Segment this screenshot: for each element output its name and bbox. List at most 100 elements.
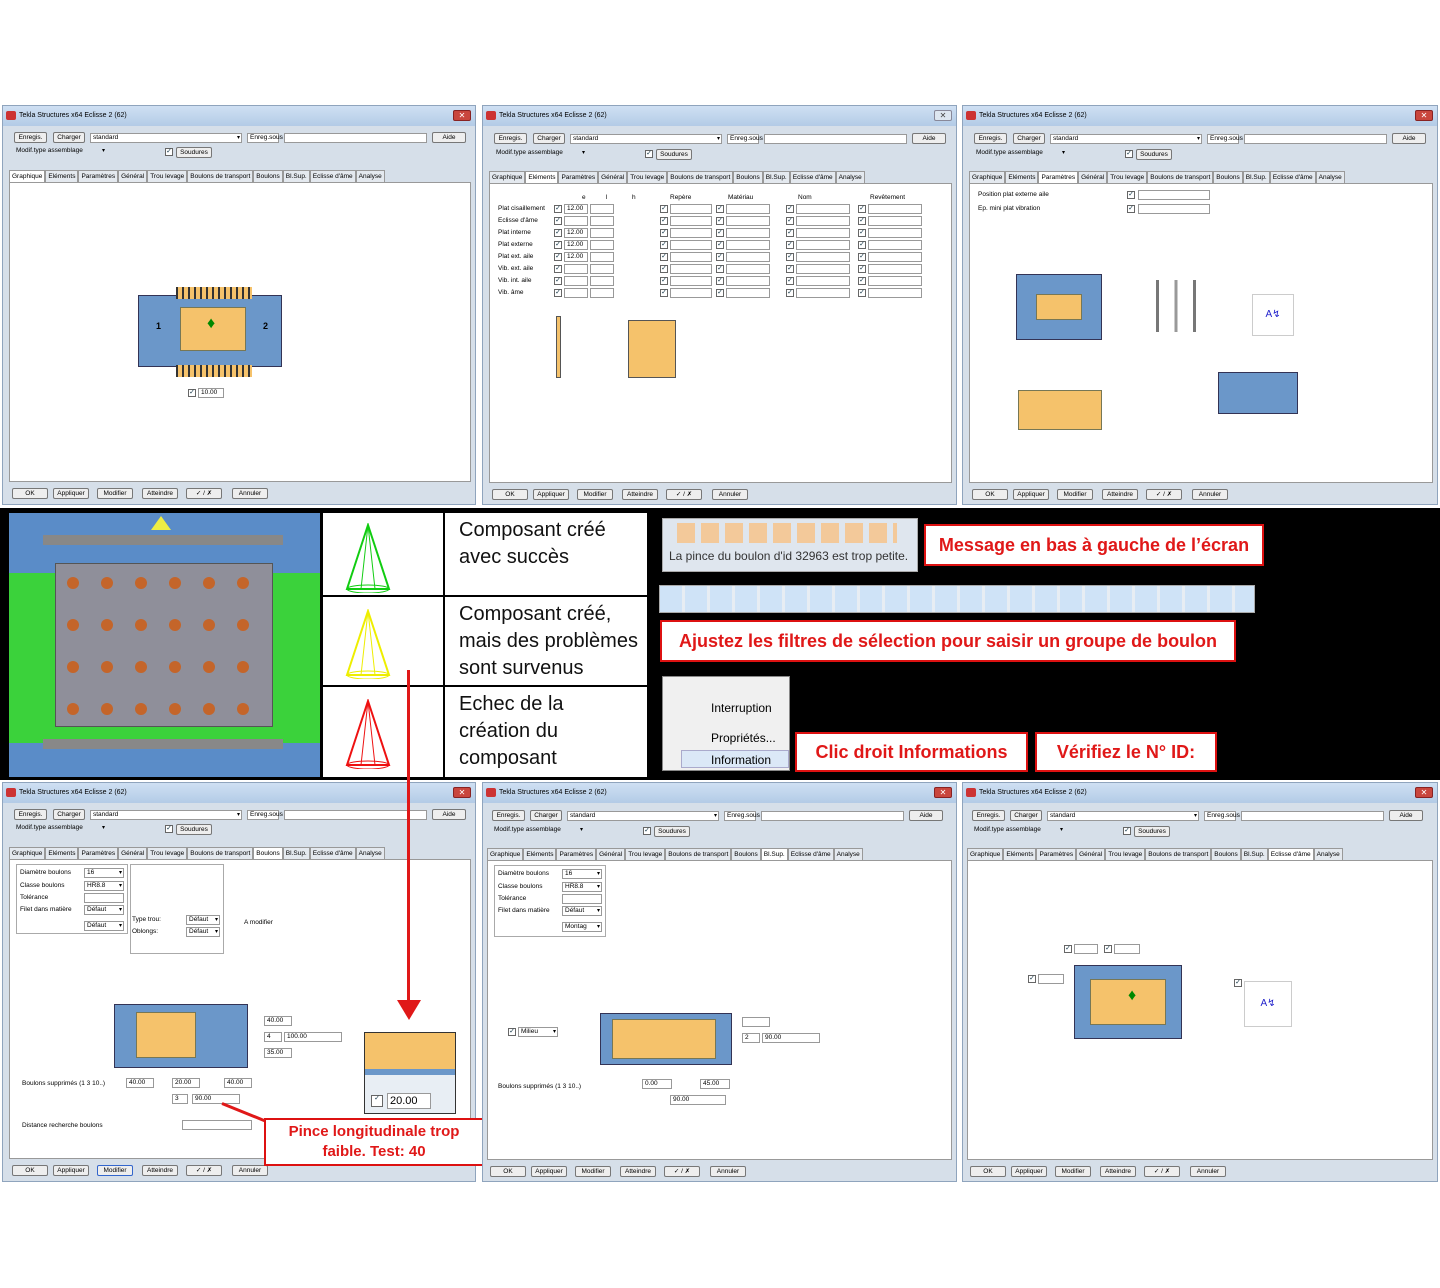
load-button[interactable]: Charger [53,809,85,820]
part-row-finish-input[interactable] [868,276,922,286]
part-row-width-input[interactable] [590,240,614,250]
load-button[interactable]: Charger [533,133,565,144]
tab-parametres[interactable]: Paramètres [1038,171,1079,183]
selection-switches[interactable] [677,523,897,543]
part-row-finish-input[interactable] [868,216,922,226]
get-button[interactable]: Atteindre [142,488,178,499]
tab-boulons[interactable]: Boulons [1213,171,1243,183]
modify-button[interactable]: Modifier [1055,1166,1091,1177]
part-row-name-checkbox[interactable]: ✓ [786,229,794,237]
ok-button[interactable]: OK [972,489,1008,500]
apply-button[interactable]: Appliquer [533,489,569,500]
bolt-head[interactable] [135,703,147,715]
apply-button[interactable]: Appliquer [53,488,89,499]
part-row-name-checkbox[interactable]: ✓ [786,265,794,273]
pitch-x3-input[interactable]: 40.00 [224,1078,252,1088]
thread-select[interactable]: Défaut [562,906,602,916]
tab-general[interactable]: Général [1078,171,1108,183]
welds-checkbox[interactable]: ✓ [165,148,173,156]
welds-button[interactable]: Soudures [176,147,212,158]
assembly-type-select[interactable]: Modif.type assemblage [494,149,586,159]
tab-elements[interactable]: Eléments [45,847,79,859]
part-row-finish-input[interactable] [868,240,922,250]
selection-filter-toolbar[interactable] [659,585,1255,613]
part-row-width-input[interactable] [590,288,614,298]
bolt-head[interactable] [135,577,147,589]
weld-checkbox[interactable]: ✓ [1234,979,1242,987]
bolt-head[interactable] [169,661,181,673]
save-button[interactable]: Enregis. [492,810,525,821]
tab-elements[interactable]: Eléments [45,170,79,182]
tab-eclisse-ame[interactable]: Eclisse d'âme [787,848,834,860]
part-row-material-input[interactable] [726,252,770,262]
modify-button[interactable]: Modifier [1057,489,1093,500]
part-row-width-input[interactable] [590,252,614,262]
part-row-material-checkbox[interactable]: ✓ [716,241,724,249]
load-button[interactable]: Charger [530,810,562,821]
welds-button[interactable]: Soudures [176,824,212,835]
bolt-head[interactable] [67,619,79,631]
position-checkbox[interactable]: ✓ [508,1028,516,1036]
part-row-material-checkbox[interactable]: ✓ [716,229,724,237]
bolt-head[interactable] [169,619,181,631]
part-row-name-input[interactable] [796,240,850,250]
weld-symbol-icon[interactable]: A↯ [1252,294,1294,336]
weld-symbol-icon[interactable]: A↯ [1244,981,1292,1027]
tab-boulons-transport[interactable]: Boulons de transport [1147,171,1214,183]
pitch-x2-input[interactable]: 20.00 [172,1078,200,1088]
part-row-repere-checkbox[interactable]: ✓ [660,229,668,237]
save-button[interactable]: Enregis. [14,809,47,820]
assembly-type-select[interactable]: Modif.type assemblage [492,826,584,836]
part-row-material-input[interactable] [726,228,770,238]
part-row-repere-checkbox[interactable]: ✓ [660,205,668,213]
bolt-search-distance-input[interactable] [182,1120,252,1130]
bolt-head[interactable] [203,619,215,631]
help-button[interactable]: Aide [432,132,466,143]
bolt-class-select[interactable]: HR8.8 [84,881,124,891]
tab-blsup[interactable]: Bl.Sup. [1240,848,1268,860]
bolt-head[interactable] [67,577,79,589]
param-checkbox-1[interactable]: ✓ [1127,191,1135,199]
part-row-material-input[interactable] [726,288,770,298]
part-row-finish-checkbox[interactable]: ✓ [858,277,866,285]
saveas-name-input[interactable] [284,810,427,820]
part-row-name-checkbox[interactable]: ✓ [786,205,794,213]
part-row-thickness-input[interactable] [564,276,588,286]
tab-graphique[interactable]: Graphique [489,171,526,183]
ok-button[interactable]: OK [490,1166,526,1177]
close-button[interactable]: ✕ [1415,110,1433,121]
part-row-material-checkbox[interactable]: ✓ [716,277,724,285]
tab-eclisse-ame[interactable]: Eclisse d'âme [1267,848,1314,860]
part-row-material-checkbox[interactable]: ✓ [716,205,724,213]
part-row-width-input[interactable] [590,276,614,286]
tab-general[interactable]: Général [1076,848,1106,860]
ok-button[interactable]: OK [12,1165,48,1176]
welds-button[interactable]: Soudures [1136,149,1172,160]
thread-select[interactable]: Défaut [84,905,124,915]
bolt-head[interactable] [135,661,147,673]
apply-button[interactable]: Appliquer [53,1165,89,1176]
ok-button[interactable]: OK [970,1166,1006,1177]
part-row-thickness-input[interactable]: 12.00 [564,252,588,262]
tab-general[interactable]: Général [118,847,148,859]
tab-trou-levage[interactable]: Trou levage [1107,171,1148,183]
tab-analyse[interactable]: Analyse [835,171,865,183]
bolt-head[interactable] [101,661,113,673]
part-row-repere-checkbox[interactable]: ✓ [660,277,668,285]
part-row-material-input[interactable] [726,276,770,286]
dim-input-2[interactable] [1114,944,1140,954]
saveas-field[interactable]: Enreg.sous [247,810,283,820]
dim-checkbox-1[interactable]: ✓ [1064,945,1072,953]
tab-boulons[interactable]: Boulons [733,171,763,183]
dim-input-3[interactable] [1038,974,1064,984]
tab-general[interactable]: Général [118,170,148,182]
part-row-repere-checkbox[interactable]: ✓ [660,241,668,249]
bolt-row-count-input[interactable]: 3 [172,1094,188,1104]
part-row-material-checkbox[interactable]: ✓ [716,289,724,297]
saveas-name-input[interactable] [764,134,907,144]
help-button[interactable]: Aide [909,810,943,821]
tab-boulons[interactable]: Boulons [731,848,761,860]
menu-item-proprietes[interactable]: Propriétés... [711,731,776,745]
saveas-field[interactable]: Enreg.sous [727,134,763,144]
assembly-type-select[interactable]: Modif.type assemblage [14,147,106,157]
